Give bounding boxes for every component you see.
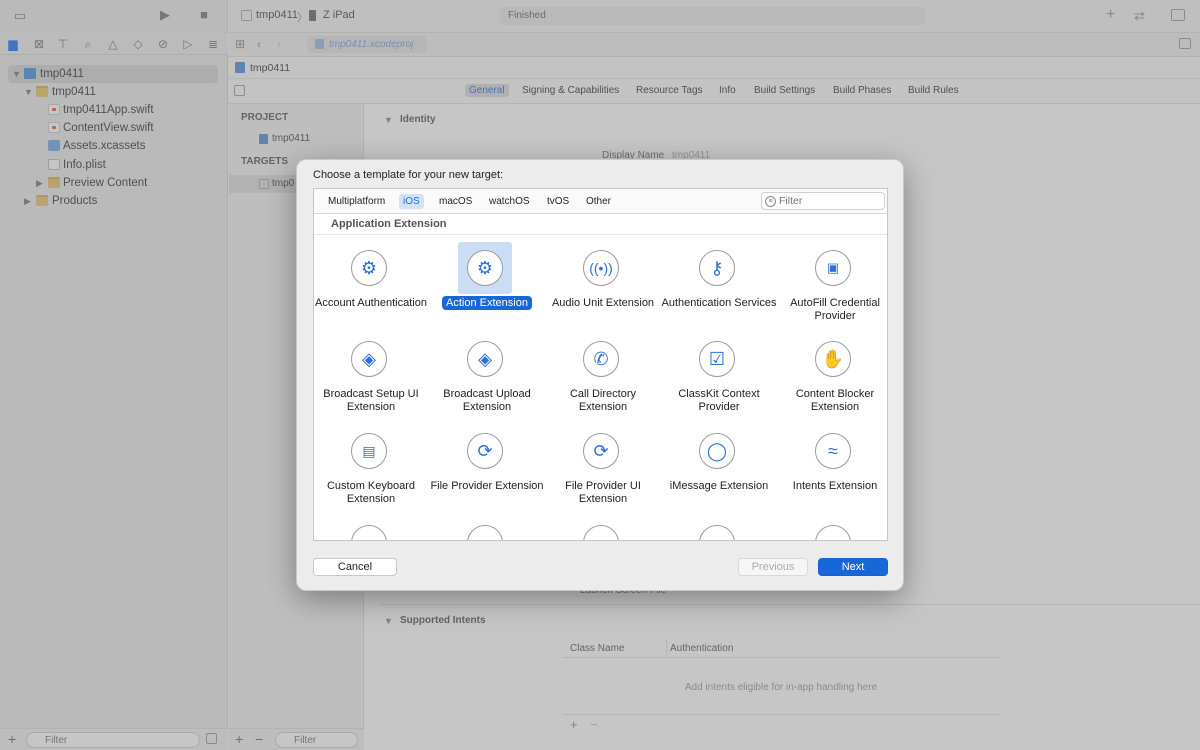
template-label: Authentication Services: [661, 297, 777, 309]
template-icon-wrap: ⚷: [690, 242, 744, 294]
gear-icon: ⚙: [351, 250, 387, 286]
template-label: Account Authentication: [315, 297, 427, 309]
classkit-icon: ☑: [699, 341, 735, 377]
template-icon-wrap: [458, 517, 512, 540]
template-label: iMessage Extension: [669, 480, 769, 492]
sync-arrows-icon: ⟳: [467, 433, 503, 469]
previous-button[interactable]: Previous: [738, 558, 808, 576]
template-icon-wrap: ☑: [690, 333, 744, 385]
hand-icon: ✋: [815, 341, 851, 377]
template-audio-unit-extension[interactable]: ((•)) Audio Unit Extension: [545, 238, 661, 330]
template-grid: ⚙ Account Authentication ⚙ Action Extens…: [314, 189, 887, 540]
template-authentication-services[interactable]: ⚷ Authentication Services: [661, 238, 777, 330]
template-file-provider[interactable]: ⟳ File Provider Extension: [429, 421, 545, 513]
key-icon: ⚷: [699, 250, 735, 286]
template-icon: [467, 525, 503, 540]
broadcast-stack-icon: ◈: [351, 341, 387, 377]
template-classkit-context[interactable]: ☑ ClassKit Context Provider: [661, 329, 777, 421]
template-label: Custom Keyboard Extension: [326, 480, 416, 505]
template-icon-wrap: ⟳: [574, 425, 628, 477]
template-icon-wrap: ✋: [806, 333, 860, 385]
template-icon-wrap: ((•)): [574, 242, 628, 294]
template-icon-wrap: ◈: [342, 333, 396, 385]
template-partial[interactable]: [314, 513, 429, 540]
template-icon-wrap: [690, 517, 744, 540]
template-icon-wrap: ◈: [458, 333, 512, 385]
template-label: ClassKit Context Provider: [678, 388, 760, 413]
template-label: Content Blocker Extension: [795, 388, 875, 413]
template-call-directory[interactable]: ✆ Call Directory Extension: [545, 329, 661, 421]
template-icon-wrap: ◯: [690, 425, 744, 477]
template-panel: Multiplatform iOS macOS watchOS tvOS Oth…: [313, 188, 888, 541]
sheet-title: Choose a template for your new target:: [313, 169, 504, 181]
template-partial[interactable]: [429, 513, 545, 540]
sync-arrows-icon: ⟳: [583, 433, 619, 469]
template-intents[interactable]: ≈ Intents Extension: [777, 421, 887, 513]
template-icon-wrap: ✆: [574, 333, 628, 385]
template-label: Action Extension: [429, 296, 545, 310]
template-label: File Provider UI Extension: [565, 480, 641, 505]
template-icon-wrap: ≈: [806, 425, 860, 477]
next-button[interactable]: Next: [818, 558, 888, 576]
intents-waves-icon: ≈: [815, 433, 851, 469]
template-content-blocker[interactable]: ✋ Content Blocker Extension: [777, 329, 887, 421]
broadcast-stack-icon: ◈: [467, 341, 503, 377]
template-file-provider-ui[interactable]: ⟳ File Provider UI Extension: [545, 421, 661, 513]
template-autofill-credential-provider[interactable]: ▣ AutoFill Credential Provider: [777, 238, 887, 330]
template-custom-keyboard[interactable]: ▤ Custom Keyboard Extension: [314, 421, 429, 513]
template-icon: [699, 525, 735, 540]
new-target-sheet: Choose a template for your new target: M…: [296, 159, 904, 591]
template-icon-wrap: ⚙: [342, 242, 396, 294]
template-label: Audio Unit Extension: [551, 297, 655, 309]
template-label: Broadcast Setup UI Extension: [323, 388, 419, 413]
template-icon-wrap: [342, 517, 396, 540]
template-label: Call Directory Extension: [569, 388, 636, 413]
template-action-extension[interactable]: ⚙ Action Extension: [429, 238, 545, 330]
cancel-button[interactable]: Cancel: [313, 558, 397, 576]
template-icon-wrap: [806, 517, 860, 540]
password-dots-icon: ▣: [815, 250, 851, 286]
template-icon-wrap: ⟳: [458, 425, 512, 477]
keyboard-icon: ▤: [351, 433, 387, 469]
template-partial[interactable]: [661, 513, 777, 540]
template-icon: [351, 525, 387, 540]
template-icon-wrap: ▤: [342, 425, 396, 477]
template-partial[interactable]: [777, 513, 887, 540]
audio-wave-icon: ((•)): [583, 250, 619, 286]
template-imessage[interactable]: ◯ iMessage Extension: [661, 421, 777, 513]
template-label: AutoFill Credential Provider: [790, 297, 880, 322]
template-icon-wrap: ▣: [806, 242, 860, 294]
template-icon-wrap: [574, 517, 628, 540]
template-icon: [815, 525, 851, 540]
template-label: Broadcast Upload Extension: [443, 388, 531, 413]
template-label: File Provider Extension: [430, 480, 544, 492]
template-icon: [583, 525, 619, 540]
template-icon-wrap: ⚙: [458, 242, 512, 294]
gear-icon: ⚙: [467, 250, 503, 286]
speech-bubble-icon: ◯: [699, 433, 735, 469]
template-broadcast-setup-ui[interactable]: ◈ Broadcast Setup UI Extension: [314, 329, 429, 421]
template-broadcast-upload[interactable]: ◈ Broadcast Upload Extension: [429, 329, 545, 421]
phone-icon: ✆: [583, 341, 619, 377]
template-account-authentication[interactable]: ⚙ Account Authentication: [314, 238, 429, 330]
template-label: Intents Extension: [792, 480, 878, 492]
template-partial[interactable]: [545, 513, 661, 540]
